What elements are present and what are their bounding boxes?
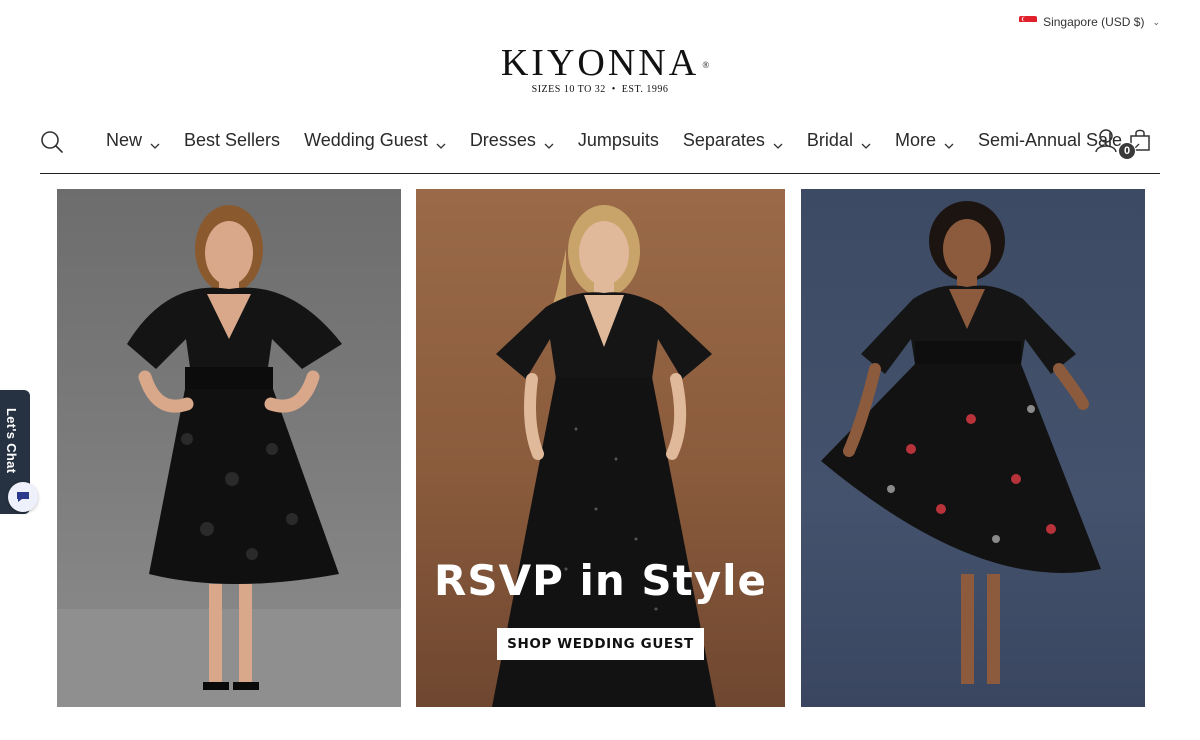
currency-label: Singapore (USD $) (1043, 15, 1145, 29)
chevron-down-icon (544, 135, 554, 149)
model-black-dress-image (57, 205, 401, 707)
nav-item-label: New (106, 129, 143, 150)
logo-wordmark: KIYONNA (500, 42, 700, 84)
nav-item-label: Bridal (806, 129, 853, 150)
hero-headline: RSVP in Style (433, 556, 767, 605)
chat-label: Let's Chat (4, 408, 19, 474)
chevron-down-icon (944, 135, 954, 149)
nav-item-wedding-guest[interactable]: Wedding Guest (304, 130, 446, 151)
shop-wedding-guest-button[interactable]: SHOP WEDDING GUEST (497, 628, 704, 660)
account-icon[interactable] (1094, 128, 1118, 154)
nav-item-separates[interactable]: Separates (683, 130, 783, 151)
hero-panel-left[interactable] (57, 189, 401, 707)
chevron-down-icon (436, 135, 446, 149)
chat-bubble-icon[interactable] (8, 482, 38, 512)
hero-panel-right[interactable] (801, 189, 1145, 707)
logo-tagline: SIZES 10 TO 32 • EST. 1996 (531, 84, 669, 95)
nav-item-jumpsuits[interactable]: Jumpsuits (578, 130, 659, 151)
nav-item-label: Wedding Guest (304, 129, 428, 150)
cart-count-badge: 0 (1118, 142, 1136, 160)
nav-item-label: Separates (682, 129, 765, 150)
singapore-flag-icon (1019, 16, 1038, 28)
nav-item-dresses[interactable]: Dresses (470, 130, 554, 151)
cart-button[interactable]: 0 (1118, 128, 1152, 160)
nav-item-label: Dresses (469, 129, 536, 150)
logo-registered-mark: ® (702, 60, 710, 70)
model-floral-dress-image (821, 201, 1101, 684)
chevron-down-icon (773, 135, 783, 149)
currency-selector[interactable]: Singapore (USD $) ⌄ (1019, 12, 1160, 32)
nav-item-more[interactable]: More (895, 130, 954, 151)
nav-item-label: Jumpsuits (577, 129, 659, 150)
chevron-down-icon (861, 135, 871, 149)
nav-item-bridal[interactable]: Bridal (807, 130, 871, 151)
nav-item-label: More (894, 129, 936, 150)
chevron-down-icon (150, 135, 160, 149)
nav-menu: New Best Sellers Wedding Guest Dresses J… (106, 128, 1164, 152)
nav-item-best-sellers[interactable]: Best Sellers (184, 130, 280, 151)
nav-item-label: Best Sellers (184, 129, 281, 150)
brand-logo[interactable]: KIYONNA ® SIZES 10 TO 32 • EST. 1996 (0, 44, 1200, 95)
chevron-down-icon: ⌄ (1152, 16, 1160, 27)
nav-item-new[interactable]: New (106, 130, 160, 151)
main-navigation: New Best Sellers Wedding Guest Dresses J… (40, 120, 1160, 174)
search-icon[interactable] (40, 130, 64, 154)
